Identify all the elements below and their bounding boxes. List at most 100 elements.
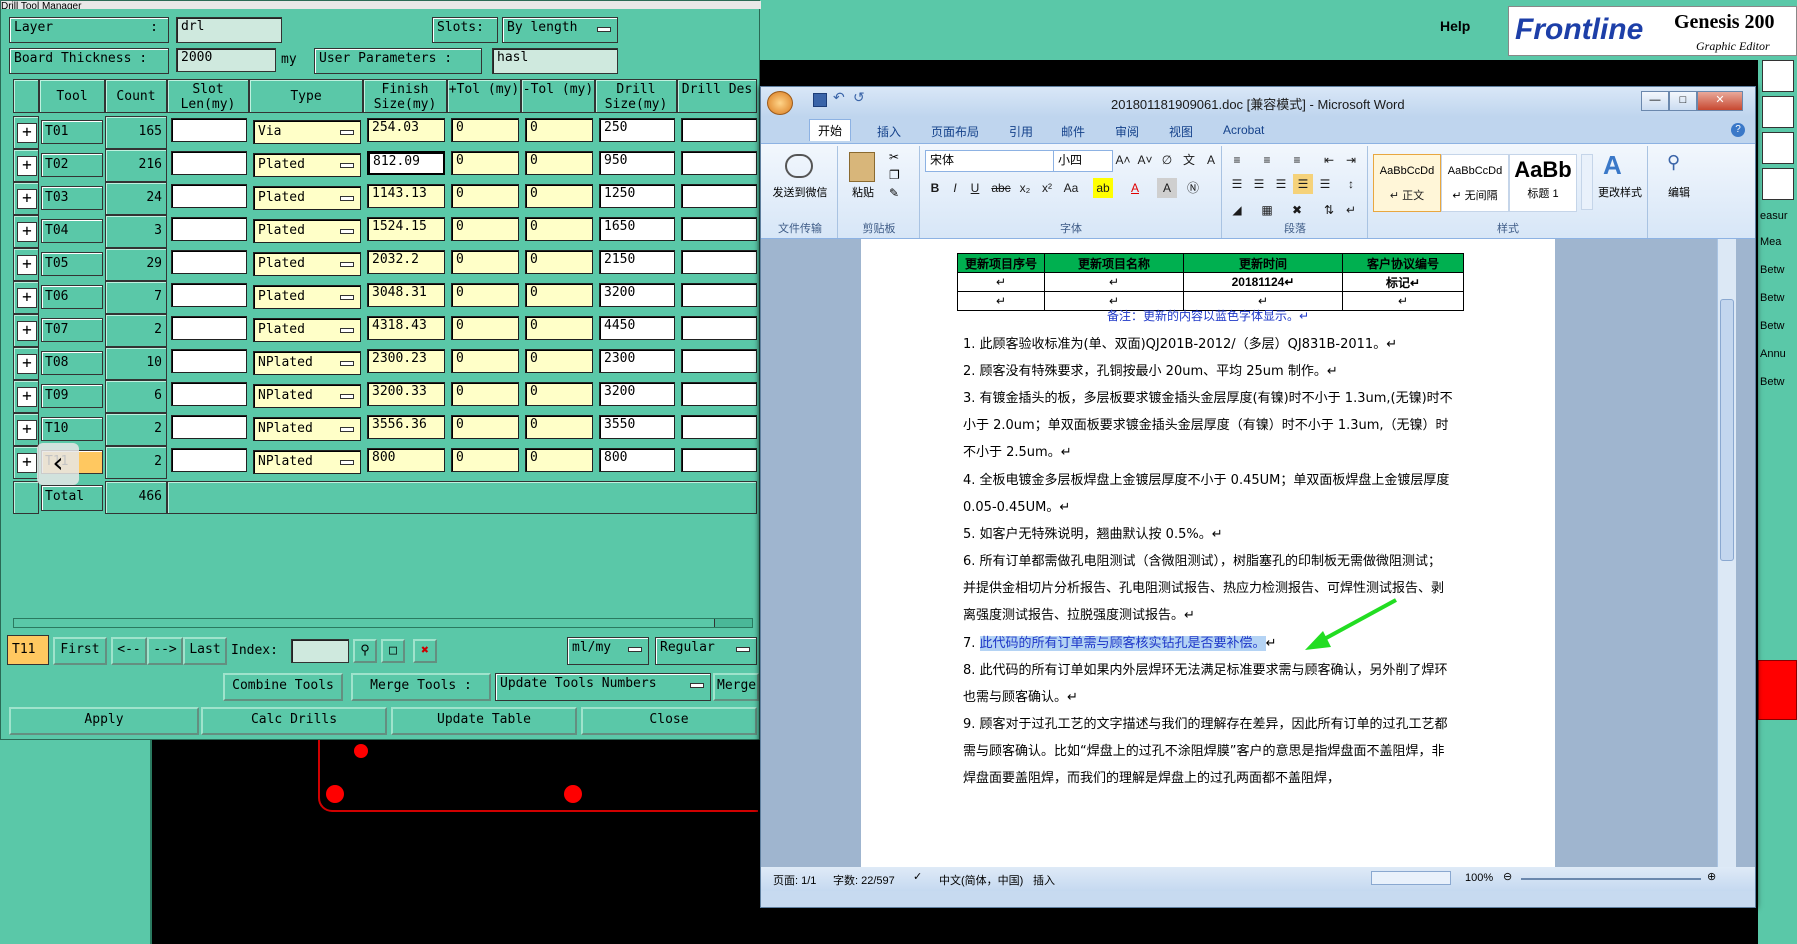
tool-name[interactable]: T04	[41, 219, 103, 243]
horizontal-scrollbar[interactable]	[13, 618, 753, 628]
office-button-icon[interactable]	[767, 91, 793, 115]
chinese-layout-icon[interactable]: ✖	[1287, 200, 1307, 220]
next-button[interactable]: -->	[147, 637, 183, 665]
slot-length-input[interactable]	[171, 415, 247, 439]
copy-icon[interactable]	[1762, 96, 1794, 128]
drill-des-input[interactable]	[681, 448, 757, 472]
show-marks-icon[interactable]: ↵	[1341, 200, 1361, 220]
tab-page-layout[interactable]: 页面布局	[923, 121, 987, 142]
expand-icon[interactable]: +	[17, 288, 37, 308]
merge-button[interactable]: Merge	[713, 673, 759, 701]
tool-name[interactable]: T05	[41, 252, 103, 276]
tab-insert[interactable]: 插入	[869, 121, 909, 142]
line-spacing-icon[interactable]: ↕	[1341, 174, 1361, 194]
scrollbar-thumb[interactable]	[14, 619, 715, 627]
numbering-icon[interactable]: ≡	[1257, 150, 1277, 170]
find-icon[interactable]: ⚲	[1667, 152, 1680, 173]
tab-view[interactable]: 视图	[1161, 121, 1201, 142]
last-button[interactable]: Last	[183, 637, 227, 665]
word-count[interactable]: 字数: 22/597	[833, 872, 895, 888]
view-icon[interactable]	[1762, 168, 1794, 200]
type-dropdown[interactable]: Via	[253, 120, 361, 144]
superscript-icon[interactable]: x²	[1037, 178, 1057, 198]
drill-des-input[interactable]	[681, 316, 757, 340]
drill-des-input[interactable]	[681, 151, 757, 175]
merge-tools-button[interactable]: Merge Tools :	[351, 673, 491, 701]
decrease-indent-icon[interactable]: ⇤	[1319, 150, 1339, 170]
user-params-field[interactable]: hasl	[492, 48, 618, 74]
calc-drills-button[interactable]: Calc Drills	[201, 707, 387, 735]
type-dropdown[interactable]: NPlated	[253, 351, 361, 375]
copy-icon[interactable]: ❐	[889, 168, 900, 182]
search-icon[interactable]: ⚲	[353, 639, 377, 663]
drill-size-input[interactable]: 800	[599, 448, 675, 472]
help-icon[interactable]: ?	[1731, 123, 1745, 137]
expand-icon[interactable]: +	[17, 189, 37, 209]
drill-size-input[interactable]: 2300	[599, 349, 675, 373]
slots-dropdown[interactable]: By length	[502, 17, 618, 43]
styles-scroll[interactable]	[1581, 154, 1593, 210]
finish-size-input[interactable]: 812.09	[367, 151, 445, 175]
tab-home[interactable]: 开始	[809, 119, 852, 141]
underline-icon[interactable]: U	[965, 178, 985, 198]
finish-size-input[interactable]: 2300.23	[367, 349, 445, 373]
drill-des-input[interactable]	[681, 382, 757, 406]
layer-field[interactable]: drl	[176, 17, 282, 43]
expand-icon[interactable]: +	[17, 321, 37, 341]
type-dropdown[interactable]: Plated	[253, 219, 361, 243]
maximize-button[interactable]: □	[1669, 91, 1697, 111]
minus-tol-input[interactable]: 0	[525, 415, 593, 439]
enclose-char-icon[interactable]: Ⓝ	[1183, 178, 1203, 198]
save-icon[interactable]: □	[381, 639, 405, 663]
finish-size-input[interactable]: 2032.2	[367, 250, 445, 274]
layer-icon[interactable]	[1762, 60, 1794, 92]
char-border-icon[interactable]: A	[1201, 150, 1221, 170]
save-icon[interactable]	[813, 93, 827, 107]
minus-tol-input[interactable]: 0	[525, 118, 593, 142]
char-shading-icon[interactable]: A	[1157, 178, 1177, 198]
minus-tol-input[interactable]: 0	[525, 316, 593, 340]
plus-tol-input[interactable]: 0	[451, 184, 519, 208]
plus-tol-input[interactable]: 0	[451, 217, 519, 241]
font-size-combo[interactable]: 小四	[1053, 150, 1113, 172]
close-icon[interactable]: ✕	[1697, 91, 1743, 111]
update-table-button[interactable]: Update Table	[391, 707, 577, 735]
mode-dropdown[interactable]: Regular	[655, 637, 757, 665]
insert-mode[interactable]: 插入	[1033, 872, 1055, 888]
plus-tol-input[interactable]: 0	[451, 151, 519, 175]
minus-tol-input[interactable]: 0	[525, 283, 593, 307]
undo-icon[interactable]: ↶	[833, 89, 845, 106]
style-no-spacing[interactable]: AaBbCcDd ↵ 无间隔	[1441, 154, 1509, 212]
thickness-field[interactable]: 2000	[176, 48, 276, 72]
drill-size-input[interactable]: 3200	[599, 382, 675, 406]
tab-references[interactable]: 引用	[1001, 121, 1041, 142]
slot-length-input[interactable]	[171, 448, 247, 472]
style-normal[interactable]: AaBbCcDd ↵ 正文	[1373, 154, 1441, 212]
index-field[interactable]	[291, 639, 349, 663]
finish-size-input[interactable]: 254.03	[367, 118, 445, 142]
zoom-slider[interactable]	[1521, 878, 1701, 880]
apply-button[interactable]: Apply	[9, 707, 199, 735]
close-button[interactable]: Close	[581, 707, 757, 735]
expand-icon[interactable]: +	[17, 420, 37, 440]
drill-des-input[interactable]	[681, 283, 757, 307]
view-buttons[interactable]	[1371, 871, 1451, 885]
drill-size-input[interactable]: 250	[599, 118, 675, 142]
minimize-button[interactable]: —	[1641, 91, 1669, 111]
type-dropdown[interactable]: NPlated	[253, 384, 361, 408]
pcb-canvas[interactable]	[152, 740, 760, 944]
plus-tol-input[interactable]: 0	[451, 250, 519, 274]
vertical-scrollbar[interactable]	[1717, 239, 1736, 867]
font-color-icon[interactable]: A	[1125, 178, 1145, 198]
plus-tol-input[interactable]: 0	[451, 283, 519, 307]
format-painter-icon[interactable]: ✎	[889, 186, 899, 200]
slot-length-input[interactable]	[171, 349, 247, 373]
delete-icon[interactable]: ✖	[413, 639, 437, 663]
plus-tol-input[interactable]: 0	[451, 118, 519, 142]
plus-tol-input[interactable]: 0	[451, 415, 519, 439]
tool-name[interactable]: T03	[41, 186, 103, 210]
tool-name[interactable]: T10	[41, 417, 103, 441]
slot-length-input[interactable]	[171, 118, 247, 142]
paste-button[interactable]: 粘贴	[843, 184, 883, 200]
tool-name[interactable]: T07	[41, 318, 103, 342]
